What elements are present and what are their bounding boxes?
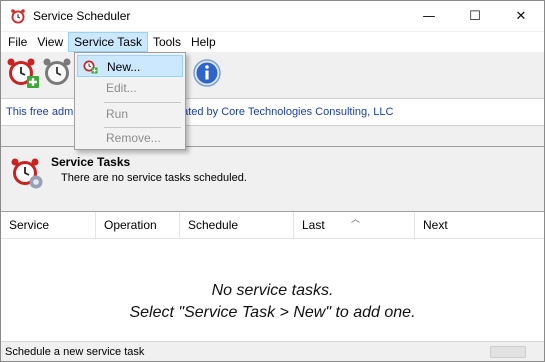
column-next[interactable]: Next <box>415 212 544 238</box>
tasks-list[interactable]: Service Operation Schedule Last Next ︿ N… <box>1 211 544 341</box>
column-schedule[interactable]: Schedule <box>180 212 294 238</box>
empty-message: No service tasks. <box>211 282 334 299</box>
maximize-button[interactable]: ☐ <box>452 1 498 31</box>
menu-item-run-label: Run <box>106 107 129 121</box>
service-task-menu: New... Edit... Run Remove... <box>74 52 186 150</box>
edit-task-button[interactable] <box>41 55 77 91</box>
sort-ascending-icon: ︿ <box>351 214 361 224</box>
menu-help[interactable]: Help <box>186 32 221 52</box>
menu-bar: File View Service Task Tools Help <box>1 32 544 52</box>
menu-item-new-label: New... <box>107 60 141 74</box>
empty-hint: Select "Service Task > New" to add one. <box>129 304 416 321</box>
tasks-title: Service Tasks <box>51 155 131 169</box>
minimize-button[interactable]: — <box>406 1 452 31</box>
menu-item-new[interactable]: New... <box>77 55 183 77</box>
menu-item-remove-label: Remove... <box>106 131 161 145</box>
new-task-button[interactable] <box>5 55 41 91</box>
column-headers: Service Operation Schedule Last Next ︿ <box>1 212 544 239</box>
menu-item-remove[interactable]: Remove... <box>77 127 183 149</box>
menu-item-edit-label: Edit... <box>106 81 137 95</box>
edit-task-icon <box>43 58 71 85</box>
tasks-subtitle: There are no service tasks scheduled. <box>61 172 247 184</box>
new-task-icon <box>7 58 39 88</box>
column-operation[interactable]: Operation <box>96 212 180 238</box>
status-bar: Schedule a new service task <box>1 341 544 361</box>
app-window: Service Scheduler — ☐ ✕ File View Servic… <box>0 0 545 362</box>
about-button[interactable] <box>189 55 225 91</box>
info-icon <box>193 59 221 87</box>
status-panel <box>490 346 526 358</box>
status-text: Schedule a new service task <box>5 346 145 358</box>
app-clock-icon <box>11 9 25 24</box>
close-button[interactable]: ✕ <box>498 1 544 31</box>
menu-item-run[interactable]: Run <box>77 103 183 125</box>
service-tasks-icon <box>11 158 43 189</box>
title-bar: Service Scheduler — ☐ ✕ <box>1 1 544 31</box>
menu-file[interactable]: File <box>3 32 32 52</box>
column-service[interactable]: Service <box>1 212 96 238</box>
menu-service-task[interactable]: Service Task <box>68 32 148 52</box>
tasks-header: Service Tasks There are no service tasks… <box>1 146 544 198</box>
menu-item-edit[interactable]: Edit... <box>77 77 183 99</box>
menu-view[interactable]: View <box>32 32 68 52</box>
window-title: Service Scheduler <box>33 9 131 23</box>
new-task-icon <box>83 60 98 74</box>
menu-tools[interactable]: Tools <box>148 32 186 52</box>
